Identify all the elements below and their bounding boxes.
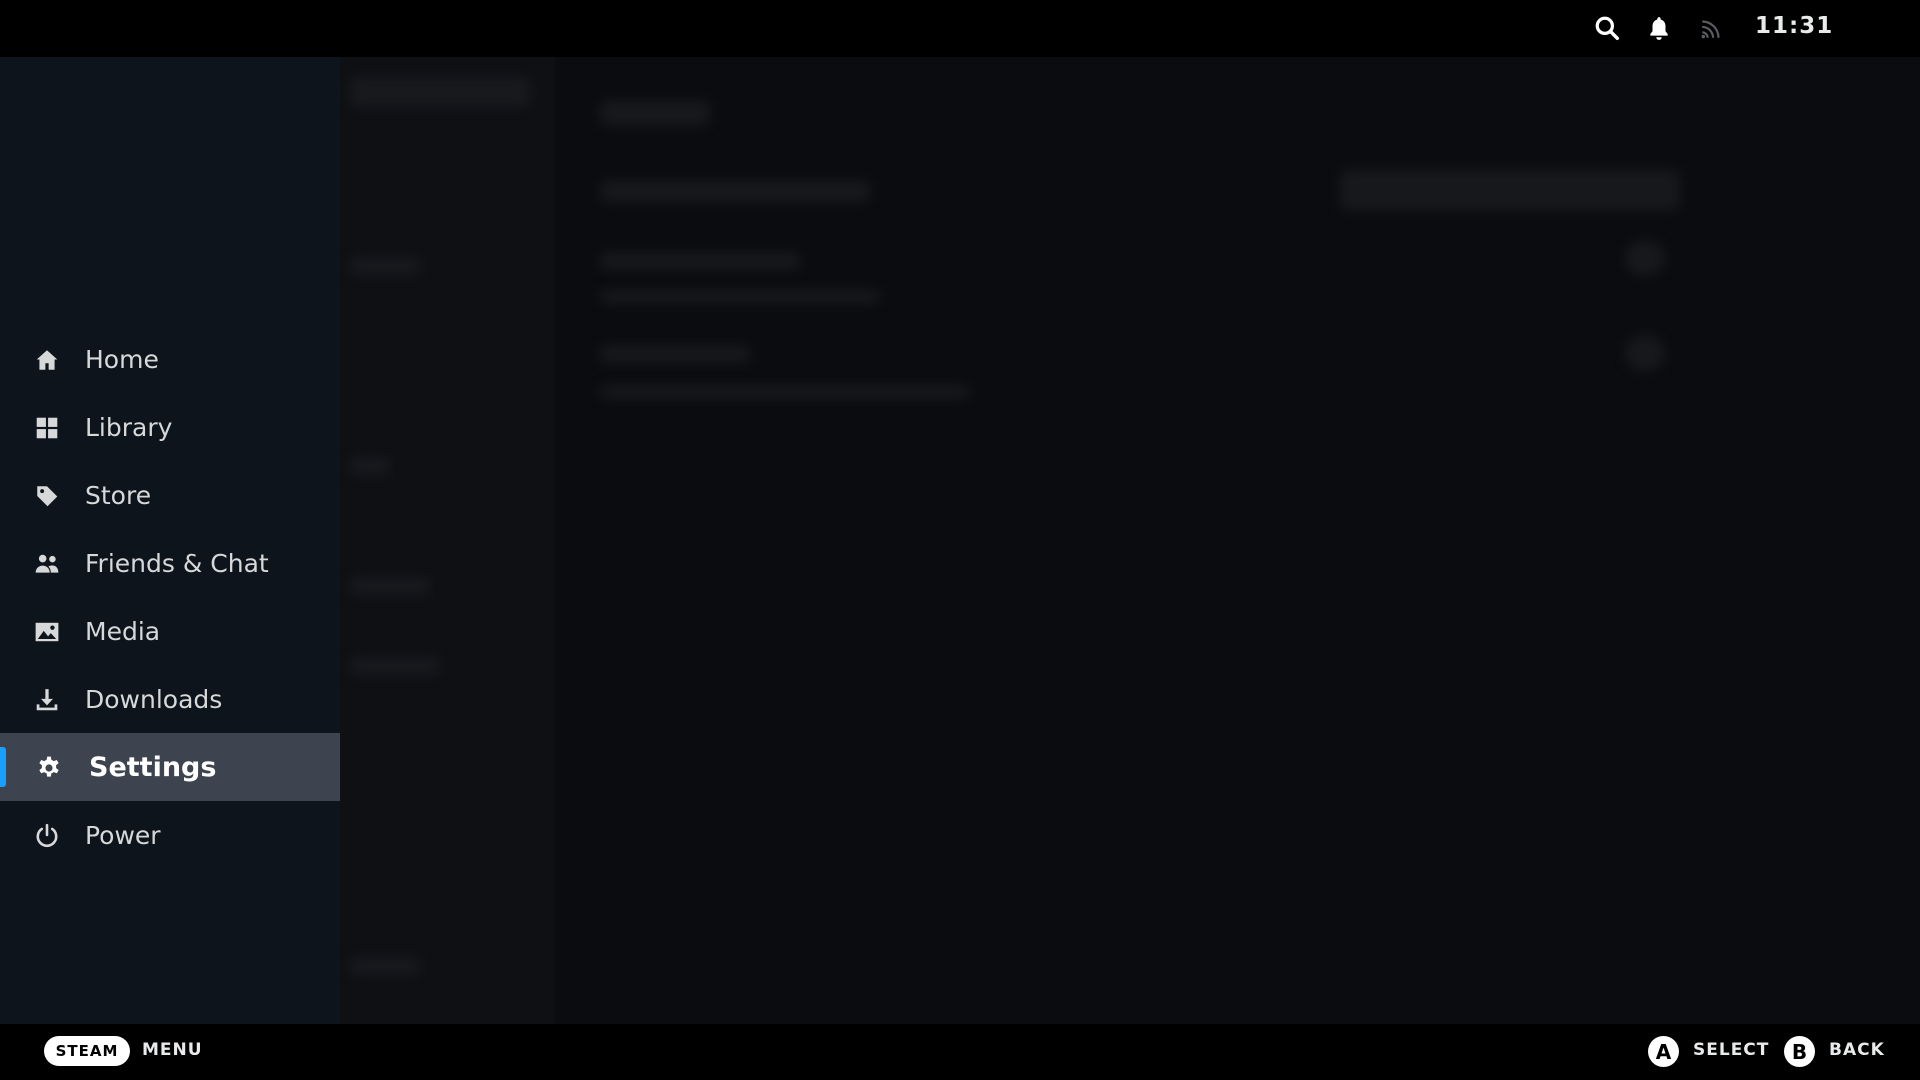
menu-item-library[interactable]: Library bbox=[0, 393, 340, 461]
blurred-block bbox=[350, 457, 390, 475]
a-button-icon[interactable]: A bbox=[1648, 1036, 1679, 1067]
tag-icon bbox=[34, 483, 60, 509]
back-hint-label: BACK bbox=[1829, 1040, 1885, 1060]
home-icon bbox=[34, 347, 60, 373]
menu-item-label: Power bbox=[85, 820, 161, 850]
blurred-title bbox=[600, 100, 710, 126]
gear-icon bbox=[36, 755, 62, 781]
settings-subnav-blurred bbox=[340, 57, 555, 1024]
menu-item-friends[interactable]: Friends & Chat bbox=[0, 529, 340, 597]
menu-item-power[interactable]: Power bbox=[0, 801, 340, 869]
menu-item-media[interactable]: Media bbox=[0, 597, 340, 665]
menu-item-label: Friends & Chat bbox=[85, 548, 269, 578]
menu-list: Home Library Store Friends & Chat Media bbox=[0, 325, 340, 869]
blurred-dropdown bbox=[1340, 170, 1680, 210]
blurred-row bbox=[600, 345, 750, 363]
menu-item-home[interactable]: Home bbox=[0, 325, 340, 393]
blurred-block bbox=[350, 957, 420, 975]
blurred-block bbox=[350, 257, 420, 275]
clock: 11:31 bbox=[1755, 13, 1834, 39]
people-icon bbox=[34, 551, 60, 577]
menu-item-settings[interactable]: Settings bbox=[0, 733, 340, 801]
blurred-block bbox=[350, 77, 530, 107]
menu-item-label: Settings bbox=[89, 751, 217, 783]
blurred-toggle bbox=[1625, 335, 1665, 371]
menu-item-downloads[interactable]: Downloads bbox=[0, 665, 340, 733]
power-icon bbox=[34, 823, 60, 849]
blurred-block bbox=[350, 577, 430, 595]
blurred-row bbox=[600, 180, 870, 202]
cast-icon[interactable] bbox=[1699, 15, 1725, 41]
main-menu: Home Library Store Friends & Chat Media bbox=[0, 57, 340, 1024]
grid-icon bbox=[34, 415, 60, 441]
footer-bar: STEAM MENU A SELECT B BACK bbox=[0, 1024, 1920, 1080]
blurred-toggle bbox=[1625, 240, 1665, 276]
menu-item-label: Home bbox=[85, 344, 159, 374]
blurred-row bbox=[600, 252, 800, 270]
image-icon bbox=[34, 619, 60, 645]
blurred-row bbox=[600, 385, 970, 399]
steam-button[interactable]: STEAM bbox=[44, 1036, 130, 1066]
status-bar: 11:31 bbox=[0, 0, 1920, 57]
blurred-block bbox=[350, 657, 440, 675]
menu-item-label: Media bbox=[85, 616, 161, 646]
blurred-row bbox=[600, 290, 880, 304]
menu-item-store[interactable]: Store bbox=[0, 461, 340, 529]
b-button-icon[interactable]: B bbox=[1784, 1036, 1815, 1067]
menu-hint-label: MENU bbox=[142, 1040, 203, 1060]
download-icon bbox=[34, 687, 60, 713]
select-hint-label: SELECT bbox=[1693, 1040, 1770, 1060]
menu-item-label: Downloads bbox=[85, 684, 223, 714]
menu-item-label: Store bbox=[85, 480, 152, 510]
bell-icon[interactable] bbox=[1646, 15, 1672, 41]
menu-item-label: Library bbox=[85, 412, 173, 442]
search-icon[interactable] bbox=[1594, 15, 1620, 41]
active-indicator bbox=[0, 747, 6, 787]
